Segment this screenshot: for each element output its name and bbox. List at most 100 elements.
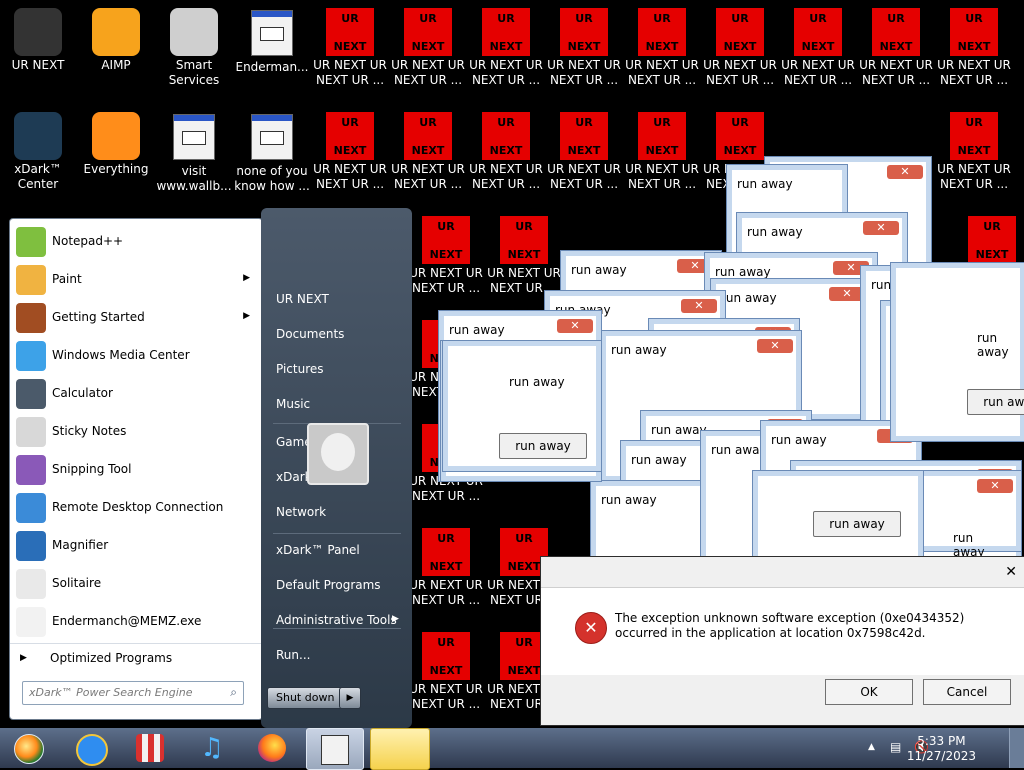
start-menu-programs-panel: Notepad++ Paint ▶ Getting Started ▶ Windows M…: [9, 218, 263, 720]
taskbar-firefox[interactable]: [244, 728, 300, 768]
desktop-icon-label: UR NEXT UR NEXT UR ...: [547, 162, 621, 191]
chevron-right-icon: ▶: [243, 273, 250, 283]
show-desktop-button[interactable]: [1009, 728, 1024, 768]
ur-next-file-icon[interactable]: URNEXTUR NEXT UR NEXT UR ...: [936, 110, 1012, 192]
cancel-button[interactable]: Cancel: [923, 679, 1011, 705]
start-menu-link[interactable]: Pictures: [276, 362, 324, 376]
error-icon: ✕: [575, 612, 607, 644]
program-item[interactable]: Remote Desktop Connection: [10, 489, 262, 527]
program-item[interactable]: Calculator: [10, 375, 262, 413]
ur-next-file-icon[interactable]: URNEXTUR NEXT UR NEXT UR ...: [390, 110, 466, 192]
ur-next-file-icon[interactable]: URNEXTUR NEXT UR NEXT UR ...: [936, 6, 1012, 88]
start-menu-link[interactable]: xDark™ Panel: [276, 543, 360, 557]
run-away-button[interactable]: run away: [499, 433, 587, 459]
desktop-icon[interactable]: AIMP: [78, 6, 154, 73]
close-icon[interactable]: ✕: [681, 299, 717, 313]
ur-next-image-icon: URNEXT: [422, 216, 470, 264]
clock[interactable]: 5:33 PM 11/27/2023: [907, 734, 976, 764]
ur-next-file-icon[interactable]: URNEXTUR NEXT UR NEXT UR ...: [468, 6, 544, 88]
desktop-icon[interactable]: none of you know how ...: [234, 110, 310, 194]
desktop-icon-label: UR NEXT UR NEXT UR ...: [937, 162, 1011, 191]
taskbar-store[interactable]: [122, 728, 178, 768]
ok-button[interactable]: OK: [825, 679, 913, 705]
ur-next-file-icon[interactable]: URNEXTUR NEXT UR NEXT UR ...: [408, 214, 484, 296]
taskbar-music[interactable]: ♫: [184, 728, 240, 768]
runaway-window[interactable]: run away run away: [890, 262, 1024, 442]
program-item[interactable]: Solitaire: [10, 565, 262, 603]
desktop-icon[interactable]: xDark™ Center: [0, 110, 76, 192]
store-icon: [136, 734, 164, 762]
desktop-icon[interactable]: Everything: [78, 110, 154, 177]
program-item[interactable]: Endermanch@MEMZ.exe: [10, 603, 262, 641]
window-title: run away: [571, 263, 627, 277]
start-menu-link[interactable]: Administrative Tools: [276, 613, 397, 627]
start-menu-link[interactable]: Music: [276, 397, 310, 411]
program-item[interactable]: Paint ▶: [10, 261, 262, 299]
run-away-button[interactable]: run away: [967, 389, 1024, 415]
divider: [273, 533, 401, 534]
exe-icon: [16, 607, 46, 637]
close-icon[interactable]: ✕: [887, 165, 923, 179]
desktop-icon-label: UR NEXT UR NEXT UR ...: [547, 58, 621, 87]
close-icon[interactable]: ✕: [977, 479, 1013, 493]
program-item[interactable]: Notepad++: [10, 223, 262, 261]
shutdown-options-button[interactable]: ▶: [339, 687, 361, 709]
start-menu-link[interactable]: Documents: [276, 327, 344, 341]
sticky-notes-icon: [16, 417, 46, 447]
close-icon[interactable]: ✕: [863, 221, 899, 235]
ur-next-image-icon: URNEXT: [482, 112, 530, 160]
desktop-icon[interactable]: Smart Services: [156, 6, 232, 88]
ur-next-file-icon[interactable]: URNEXTUR NEXT UR NEXT UR ...: [408, 630, 484, 712]
ur-next-file-icon[interactable]: URNEXTUR NEXT UR NEXT UR ...: [486, 214, 562, 296]
close-icon[interactable]: ✕: [757, 339, 793, 353]
ur-next-file-icon[interactable]: URNEXTUR NEXT UR NEXT UR ...: [312, 110, 388, 192]
ur-next-file-icon[interactable]: URNEXTUR NEXT UR NEXT UR ...: [546, 6, 622, 88]
search-icon[interactable]: ⌕: [230, 685, 237, 700]
desktop-icon-label: UR NEXT UR NEXT UR ...: [391, 162, 465, 191]
program-item[interactable]: Snipping Tool: [10, 451, 262, 489]
start-menu-link[interactable]: UR NEXT: [276, 292, 329, 306]
ur-next-file-icon[interactable]: URNEXTUR NEXT UR NEXT UR ...: [780, 6, 856, 88]
ur-next-file-icon[interactable]: URNEXTUR NEXT UR NEXT UR ...: [624, 6, 700, 88]
start-menu-link[interactable]: Default Programs: [276, 578, 381, 592]
runaway-window[interactable]: run away run away: [442, 340, 602, 472]
ur-next-file-icon[interactable]: URNEXTUR NEXT UR NEXT UR ...: [468, 110, 544, 192]
ur-next-file-icon[interactable]: URNEXTUR NEXT UR NEXT UR ...: [624, 110, 700, 192]
program-item[interactable]: Magnifier: [10, 527, 262, 565]
getting-started-icon: [16, 303, 46, 333]
desktop-icon-label: UR NEXT UR NEXT UR ...: [391, 58, 465, 87]
taskbar-internet-explorer[interactable]: [62, 728, 118, 768]
desktop-icon[interactable]: UR NEXT: [0, 6, 76, 73]
search-input[interactable]: xDark™ Power Search Engine ⌕: [22, 681, 244, 705]
all-programs-link[interactable]: Optimized Programs: [50, 651, 172, 665]
taskbar-memz[interactable]: [306, 728, 364, 770]
ur-next-file-icon[interactable]: URNEXTUR NEXT UR NEXT UR ...: [546, 110, 622, 192]
program-item[interactable]: Sticky Notes: [10, 413, 262, 451]
desktop-icon[interactable]: visit www.wallb...: [156, 110, 232, 194]
window-title: run away: [651, 423, 707, 437]
error-dialog-titlebar[interactable]: ✕: [541, 557, 1024, 588]
ur-next-file-icon[interactable]: URNEXTUR NEXT UR NEXT UR ...: [858, 6, 934, 88]
ur-next-file-icon[interactable]: URNEXTUR NEXT UR NEXT UR ...: [390, 6, 466, 88]
runaway-window[interactable]: run away run away: [752, 470, 985, 562]
program-item[interactable]: Getting Started ▶: [10, 299, 262, 337]
ur-next-file-icon[interactable]: URNEXTUR NEXT UR NEXT UR ...: [312, 6, 388, 88]
ur-next-file-icon[interactable]: URNEXTUR NEXT UR NEXT UR ...: [702, 6, 778, 88]
close-icon[interactable]: ✕: [1005, 564, 1017, 580]
desktop-icon-label: UR NEXT UR NEXT UR ...: [313, 58, 387, 87]
start-menu-link[interactable]: Network: [276, 505, 326, 519]
start-button[interactable]: [0, 728, 56, 768]
error-dialog[interactable]: ✕ ✕ The exception unknown software excep…: [540, 556, 1024, 726]
desktop-icon-label: UR NEXT: [11, 58, 65, 72]
desktop-icon-label: UR NEXT UR NEXT UR ...: [625, 162, 699, 191]
start-menu-link[interactable]: Run...: [276, 648, 310, 662]
user-avatar[interactable]: [307, 423, 369, 485]
close-icon[interactable]: ✕: [557, 319, 593, 333]
ur-next-file-icon[interactable]: URNEXTUR NEXT UR NEXT UR ...: [408, 526, 484, 608]
network-icon[interactable]: ▤: [890, 740, 901, 754]
program-item[interactable]: Windows Media Center: [10, 337, 262, 375]
taskbar-yellow-window[interactable]: [370, 728, 430, 770]
desktop-icon[interactable]: Enderman...: [234, 6, 310, 75]
run-away-button[interactable]: run away: [813, 511, 901, 537]
chevron-up-icon[interactable]: ▲: [868, 742, 875, 752]
